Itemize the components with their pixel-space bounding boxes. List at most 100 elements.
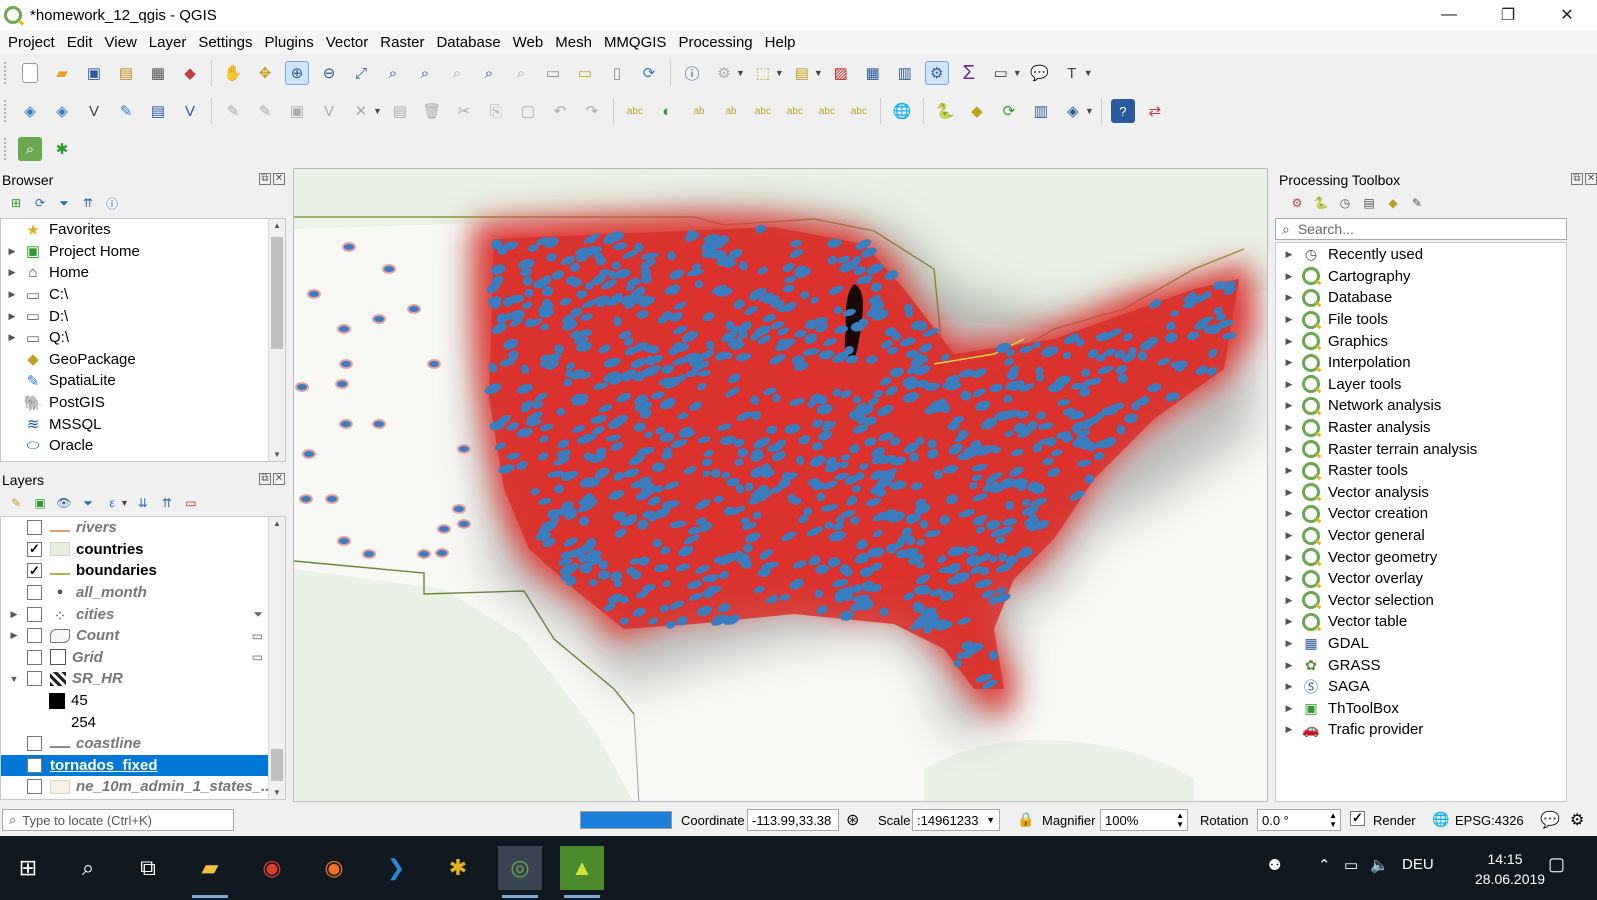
pan-icon[interactable]: ✋: [221, 61, 245, 85]
collapse-all-icon[interactable]: ⇈: [158, 494, 176, 512]
show-hidden-icons-icon[interactable]: ⌃: [1318, 856, 1331, 874]
toolbox-group[interactable]: ▶ Raster analysis: [1276, 417, 1566, 439]
new-temp-layer-icon[interactable]: ▤: [146, 99, 170, 123]
menu-project[interactable]: Project: [4, 34, 59, 51]
chevron-right-icon[interactable]: ▶: [1276, 595, 1302, 606]
chevron-down-icon[interactable]: ▼: [1, 674, 27, 684]
chevron-right-icon[interactable]: ▶: [1, 311, 23, 322]
deselect-icon[interactable]: ▨: [829, 61, 853, 85]
browser-item[interactable]: ◆ GeoPackage: [1, 349, 285, 371]
toolbox-group[interactable]: ▶ Raster terrain analysis: [1276, 438, 1566, 460]
battery-icon[interactable]: ▭: [1344, 856, 1358, 874]
chrome-icon[interactable]: ◉: [250, 846, 294, 890]
history-icon[interactable]: ◷: [1336, 194, 1354, 212]
toolbox-group[interactable]: ▶ Layer tools: [1276, 374, 1566, 396]
properties-icon[interactable]: ⓘ: [103, 194, 121, 212]
save-project-icon[interactable]: ▣: [82, 61, 106, 85]
layer-visibility-checkbox[interactable]: [27, 606, 42, 622]
notifications-icon[interactable]: ▢: [1548, 854, 1565, 875]
chevron-right-icon[interactable]: ▶: [1276, 292, 1302, 303]
dropdown-arrow-icon[interactable]: ▼: [120, 498, 129, 508]
field-calculator-icon[interactable]: ▥: [893, 61, 917, 85]
layer-visibility-checkbox[interactable]: [27, 779, 42, 795]
clock[interactable]: 14:15 28.06.2019: [1475, 849, 1545, 889]
layer-item[interactable]: coastline: [1, 733, 285, 755]
legend-item[interactable]: 45: [1, 690, 285, 712]
toolbox-group[interactable]: ▶ Cartography: [1276, 266, 1566, 288]
save-as-icon[interactable]: ▤: [114, 61, 138, 85]
scroll-up-icon[interactable]: ▲: [269, 519, 285, 528]
firefox-icon[interactable]: ◉: [312, 846, 356, 890]
magnifier-field[interactable]: 100% ▲ ▼: [1100, 809, 1188, 831]
scale-field[interactable]: :14961233 ▼: [912, 809, 1000, 831]
chevron-right-icon[interactable]: ▶: [1276, 681, 1302, 692]
layer-visibility-checkbox[interactable]: ✓: [27, 541, 42, 557]
geometry-tool-icon[interactable]: ✱: [50, 137, 74, 161]
delete-selected-icon[interactable]: 🗑: [420, 99, 444, 123]
chevron-right-icon[interactable]: ▶: [1276, 638, 1302, 649]
lock-icon[interactable]: 🔒: [1017, 811, 1034, 828]
layer-visibility-checkbox[interactable]: [27, 520, 42, 536]
map-canvas[interactable]: [293, 168, 1268, 802]
python-console-icon[interactable]: 🐍: [933, 99, 957, 123]
float-icon[interactable]: ⧉: [259, 173, 271, 185]
filter-expression-icon[interactable]: ε: [103, 494, 121, 512]
toolbox-group[interactable]: ▶ ◷ Recently used: [1276, 244, 1566, 266]
browser-item[interactable]: ▶ ▭ D:\: [1, 305, 285, 327]
layer-item[interactable]: ▶ ⁘ cities ⏷: [1, 603, 285, 626]
chevron-right-icon[interactable]: ▶: [1276, 465, 1302, 476]
chevron-right-icon[interactable]: ▶: [1276, 487, 1302, 498]
chevron-right-icon[interactable]: ▶: [1, 267, 23, 278]
chevron-right-icon[interactable]: ▶: [1276, 271, 1302, 282]
menu-view[interactable]: View: [101, 34, 141, 51]
spin-icon[interactable]: ▲ ▼: [1176, 811, 1184, 829]
input-language[interactable]: DEU: [1402, 856, 1434, 873]
layer-visibility-checkbox[interactable]: [27, 628, 42, 644]
browser-item[interactable]: ⬭ Oracle: [1, 435, 285, 457]
change-label-icon[interactable]: abc: [847, 99, 871, 123]
results-viewer-icon[interactable]: ▤: [1360, 194, 1378, 212]
toolbox-group[interactable]: ▶ Graphics: [1276, 330, 1566, 352]
chevron-right-icon[interactable]: ▶: [1276, 616, 1302, 627]
toggle-extents-icon[interactable]: ⊛: [846, 810, 859, 830]
layer-item[interactable]: ✓ countries: [1, 539, 285, 561]
scroll-down-icon[interactable]: ▼: [269, 788, 285, 797]
chevron-right-icon[interactable]: ▶: [1276, 400, 1302, 411]
filter-icon[interactable]: ⏷: [55, 194, 73, 212]
manage-themes-icon[interactable]: 👁: [55, 494, 73, 512]
toolbox-group[interactable]: ▶ ✿ GRASS: [1276, 654, 1566, 676]
plugin-icon-5[interactable]: ⇄: [1143, 99, 1167, 123]
menu-settings[interactable]: Settings: [194, 34, 256, 51]
globe-icon[interactable]: 🌐: [890, 99, 914, 123]
menu-vector[interactable]: Vector: [322, 34, 373, 51]
new-shapefile-icon[interactable]: V: [82, 99, 106, 123]
browser-item[interactable]: 🐘 PostGIS: [1, 392, 285, 414]
chevron-right-icon[interactable]: ▶: [1276, 249, 1302, 260]
digitize-icon[interactable]: V: [317, 99, 341, 123]
toolbox-search-input[interactable]: ⌕ Search...: [1275, 218, 1567, 240]
toolbox-group[interactable]: ▶ File tools: [1276, 309, 1566, 331]
style-manager-icon[interactable]: ◆: [178, 61, 202, 85]
browser-item[interactable]: ≋ MSSQL: [1, 413, 285, 435]
copy-features-icon[interactable]: ⎘: [484, 99, 508, 123]
dropdown-arrow-icon[interactable]: ▼: [814, 68, 823, 78]
search-icon[interactable]: ⌕: [66, 846, 110, 890]
dropdown-arrow-icon[interactable]: ▼: [1084, 68, 1093, 78]
dropdown-arrow-icon[interactable]: ▼: [775, 68, 784, 78]
toolbox-group[interactable]: ▶ ▦ GDAL: [1276, 633, 1566, 655]
close-icon[interactable]: ✕: [273, 173, 285, 185]
menu-mmqgis[interactable]: MMQGIS: [600, 34, 671, 51]
redo-icon[interactable]: ↷: [580, 99, 604, 123]
plugin-icon-3[interactable]: ▥: [1029, 99, 1053, 123]
chevron-right-icon[interactable]: ▶: [1, 609, 27, 620]
modify-attributes-icon[interactable]: ▤: [388, 99, 412, 123]
scroll-up-icon[interactable]: ▲: [269, 221, 285, 230]
label-tool-icon[interactable]: abc: [623, 99, 647, 123]
identify-icon[interactable]: ⓘ: [680, 61, 704, 85]
chevron-right-icon[interactable]: ▶: [1276, 573, 1302, 584]
rotation-field[interactable]: 0.0 ° ▲ ▼: [1257, 809, 1341, 831]
browser-item[interactable]: ▶ ▭ C:\: [1, 284, 285, 306]
minimize-button[interactable]: —: [1420, 0, 1478, 30]
layer-visibility-checkbox[interactable]: [27, 671, 42, 687]
chevron-right-icon[interactable]: ▶: [1276, 314, 1302, 325]
